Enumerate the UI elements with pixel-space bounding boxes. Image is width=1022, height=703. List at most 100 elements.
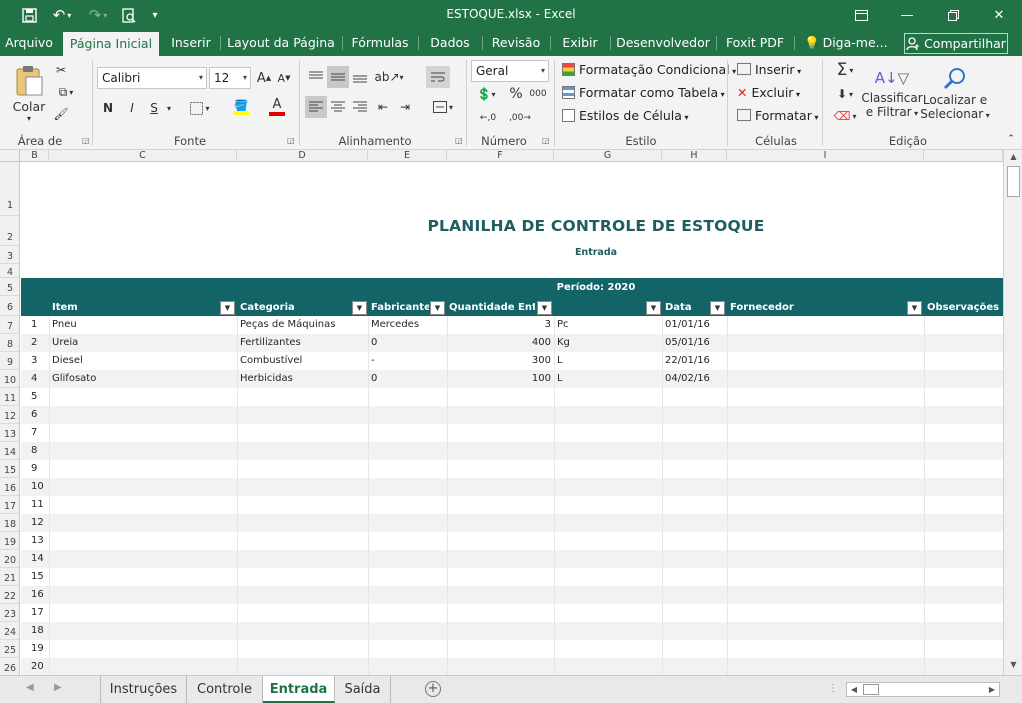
- row-header[interactable]: 2: [0, 216, 19, 246]
- scroll-up-icon[interactable]: ▲: [1004, 152, 1022, 161]
- sheet-tab-entrada[interactable]: Entrada: [263, 676, 335, 703]
- insert-cells-button[interactable]: Inserir ▾: [737, 62, 801, 77]
- prev-sheet-icon[interactable]: ◀: [26, 682, 34, 693]
- shrink-font-icon[interactable]: A ▼: [275, 69, 293, 87]
- cell-item[interactable]: Glifosato: [52, 370, 96, 388]
- merge-center-icon[interactable]: ▾: [426, 96, 460, 118]
- table-row[interactable]: 11: [21, 496, 1003, 514]
- bold-button[interactable]: N: [100, 98, 116, 118]
- alignment-launcher-icon[interactable]: ◲: [455, 136, 463, 145]
- cell-categoria[interactable]: Fertilizantes: [240, 334, 301, 352]
- font-color-icon[interactable]: A: [262, 96, 292, 118]
- autosum-icon[interactable]: Σ ▾: [830, 60, 860, 80]
- row-header[interactable]: 22: [0, 586, 19, 604]
- row-header[interactable]: 23: [0, 604, 19, 622]
- filter-dropdown-icon[interactable]: ▼: [537, 301, 552, 315]
- row-header[interactable]: 11: [0, 388, 19, 406]
- row-header[interactable]: 13: [0, 424, 19, 442]
- cell-categoria[interactable]: Combustível: [240, 352, 302, 370]
- minimize-icon[interactable]: —: [884, 0, 930, 30]
- split-handle-icon[interactable]: ⋮: [828, 683, 838, 694]
- cell-item[interactable]: Ureia: [52, 334, 78, 352]
- table-row[interactable]: 7: [21, 424, 1003, 442]
- cell-unidade[interactable]: L: [557, 352, 563, 370]
- row-header[interactable]: 6: [0, 296, 19, 316]
- column-header-j[interactable]: [924, 150, 1003, 162]
- column-header-e[interactable]: E: [368, 150, 447, 162]
- tab-pagina-inicial[interactable]: Página Inicial: [63, 32, 159, 56]
- row-header[interactable]: 7: [0, 316, 19, 334]
- select-all-corner[interactable]: [0, 150, 20, 162]
- row-header[interactable]: 10: [0, 370, 19, 388]
- scroll-left-icon[interactable]: ◀: [847, 683, 861, 696]
- horizontal-scrollbar[interactable]: ◀ ▶: [846, 682, 1000, 697]
- filter-dropdown-icon[interactable]: ▼: [430, 301, 445, 315]
- clipboard-launcher-icon[interactable]: ◲: [82, 136, 90, 145]
- decrease-indent-icon[interactable]: ⇤: [372, 96, 394, 118]
- column-header-f[interactable]: F: [447, 150, 554, 162]
- align-left-icon[interactable]: [305, 96, 327, 118]
- clear-icon[interactable]: ⌫ ▾: [830, 106, 860, 126]
- cell-item[interactable]: Diesel: [52, 352, 83, 370]
- cell-quantidade[interactable]: 3: [447, 316, 551, 334]
- ribbon-display-icon[interactable]: [838, 0, 884, 30]
- font-launcher-icon[interactable]: ◲: [287, 136, 295, 145]
- table-row[interactable]: 19: [21, 640, 1003, 658]
- table-row[interactable]: 4 Glifosato Herbicidas 0 100 L 04/02/16: [21, 370, 1003, 388]
- fill-icon[interactable]: ⬇ ▾: [830, 84, 860, 104]
- tab-exibir[interactable]: Exibir: [552, 30, 608, 56]
- vertical-scroll-thumb[interactable]: [1007, 166, 1020, 197]
- table-row[interactable]: 3 Diesel Combustível - 300 L 22/01/16: [21, 352, 1003, 370]
- cell-categoria[interactable]: Peças de Máquinas: [240, 316, 335, 334]
- cell-fabricante[interactable]: 0: [371, 334, 377, 352]
- row-header[interactable]: 8: [0, 334, 19, 352]
- row-header[interactable]: 5: [0, 278, 19, 296]
- format-as-table-button[interactable]: Formatar como Tabela ▾: [562, 85, 725, 100]
- table-row[interactable]: 14: [21, 550, 1003, 568]
- align-center-icon[interactable]: [327, 96, 349, 118]
- decrease-decimal-icon[interactable]: ,00→: [506, 108, 534, 128]
- increase-decimal-icon[interactable]: ←,0: [474, 108, 502, 128]
- grow-font-icon[interactable]: A ▲: [255, 69, 273, 87]
- column-header-g[interactable]: G: [554, 150, 662, 162]
- sheet-tab-instrucoes[interactable]: Instruções: [101, 676, 187, 703]
- filter-dropdown-icon[interactable]: ▼: [220, 301, 235, 315]
- copy-icon[interactable]: ⧉ ▾: [52, 84, 80, 100]
- next-sheet-icon[interactable]: ▶: [54, 682, 62, 693]
- row-header[interactable]: 12: [0, 406, 19, 424]
- cell-fabricante[interactable]: -: [371, 352, 375, 370]
- cell-quantidade[interactable]: 300: [447, 352, 551, 370]
- tab-revisao[interactable]: Revisão: [484, 30, 548, 56]
- cell-fabricante[interactable]: Mercedes: [371, 316, 419, 334]
- thousands-button[interactable]: 000: [528, 84, 548, 104]
- cell-quantidade[interactable]: 400: [447, 334, 551, 352]
- align-top-icon[interactable]: [305, 66, 327, 88]
- share-button[interactable]: Compartilhar: [904, 33, 1008, 54]
- cell-item[interactable]: Pneu: [52, 316, 77, 334]
- cell-data[interactable]: 05/01/16: [665, 334, 710, 352]
- format-cells-button[interactable]: Formatar ▾: [737, 108, 818, 123]
- close-icon[interactable]: ✕: [976, 0, 1022, 30]
- sheet-tab-saida[interactable]: Saída: [335, 676, 391, 703]
- table-row[interactable]: 2 Ureia Fertilizantes 0 400 Kg 05/01/16: [21, 334, 1003, 352]
- column-header-d[interactable]: D: [237, 150, 368, 162]
- collapse-ribbon-icon[interactable]: ⌃: [1004, 132, 1018, 146]
- column-header-b[interactable]: B: [21, 150, 49, 162]
- cell-data[interactable]: 01/01/16: [665, 316, 710, 334]
- conditional-formatting-button[interactable]: Formatação Condicional ▾: [562, 62, 736, 77]
- vertical-scrollbar[interactable]: ▲ ▼: [1003, 150, 1022, 675]
- row-header[interactable]: 4: [0, 264, 19, 278]
- tab-dados[interactable]: Dados: [420, 30, 480, 56]
- row-header[interactable]: 26: [0, 658, 19, 675]
- cell-quantidade[interactable]: 100: [447, 370, 551, 388]
- table-row[interactable]: 6: [21, 406, 1003, 424]
- cell-unidade[interactable]: Kg: [557, 334, 570, 352]
- filter-dropdown-icon[interactable]: ▼: [352, 301, 367, 315]
- filter-dropdown-icon[interactable]: ▼: [710, 301, 725, 315]
- tab-arquivo[interactable]: Arquivo: [0, 30, 58, 56]
- row-header[interactable]: 19: [0, 532, 19, 550]
- table-row[interactable]: 20: [21, 658, 1003, 675]
- align-middle-icon[interactable]: [327, 66, 349, 88]
- table-row[interactable]: 9: [21, 460, 1003, 478]
- font-name-combo[interactable]: Calibri ▾: [97, 67, 207, 89]
